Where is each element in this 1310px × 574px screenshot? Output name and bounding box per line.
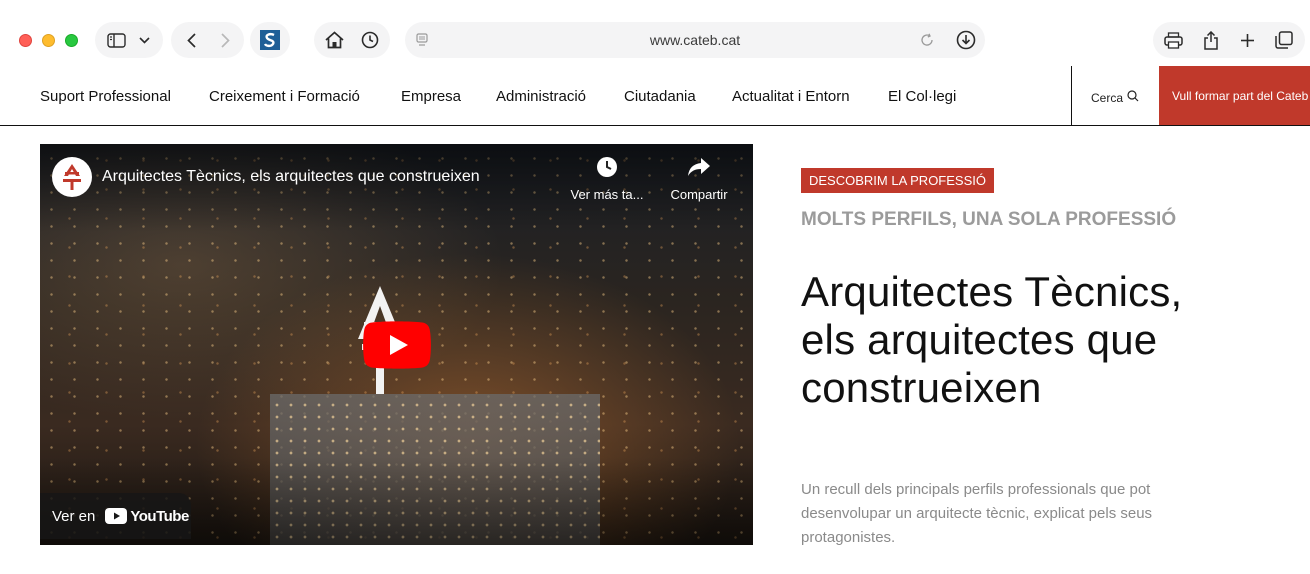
search-icon	[1127, 90, 1139, 105]
toolbar-actions-group	[1153, 22, 1305, 58]
sidebar-toggle-group	[95, 22, 163, 58]
reload-icon[interactable]	[917, 22, 937, 58]
nav-item-suport-professional[interactable]: Suport Professional	[40, 88, 171, 105]
url-text[interactable]: www.cateb.cat	[405, 32, 985, 48]
share-arrow-icon	[687, 156, 711, 181]
minimize-window-button[interactable]	[42, 34, 55, 47]
search-button[interactable]: Cerca	[1091, 90, 1139, 105]
nav-item-creixement-formacio[interactable]: Creixement i Formació	[209, 88, 360, 105]
play-button-icon[interactable]	[363, 321, 431, 369]
history-nav-group	[171, 22, 244, 58]
section-subtitle: MOLTS PERFILS, UNA SOLA PROFESSIÓ	[801, 209, 1177, 230]
clock-icon	[596, 156, 618, 181]
youtube-wordmark: YouTube	[130, 507, 189, 525]
video-title[interactable]: Arquitectes Tècnics, els arquitectes que…	[102, 168, 480, 186]
back-icon[interactable]	[181, 22, 201, 58]
nav-item-empresa[interactable]: Empresa	[401, 88, 461, 105]
nav-item-ciutadania[interactable]: Ciutadania	[624, 88, 696, 105]
download-icon[interactable]	[948, 22, 984, 58]
home-icon[interactable]	[323, 22, 345, 58]
sidebar-icon[interactable]	[105, 22, 127, 58]
close-window-button[interactable]	[19, 34, 32, 47]
search-label: Cerca	[1091, 90, 1124, 105]
zoom-window-button[interactable]	[65, 34, 78, 47]
share-icon[interactable]	[1199, 22, 1223, 58]
new-tab-icon[interactable]	[1236, 22, 1258, 58]
nav-item-administracio[interactable]: Administració	[496, 88, 586, 105]
section-badge: DESCOBRIM LA PROFESSIÓ	[801, 168, 994, 193]
nav-item-actualitat-entorn[interactable]: Actualitat i Entorn	[732, 88, 850, 105]
headline-description: Un recull dels principals perfils profes…	[801, 481, 1153, 546]
youtube-logo: YouTube	[105, 507, 189, 525]
forward-icon[interactable]	[215, 22, 235, 58]
print-icon[interactable]	[1161, 22, 1185, 58]
nav-divider	[1071, 66, 1072, 125]
page-headline: Arquitectes Tècnics, els arquitectes que…	[801, 268, 1183, 411]
site-favicon-tab[interactable]	[250, 22, 290, 58]
join-cateb-button[interactable]: Vull formar part del Cateb	[1159, 66, 1310, 125]
browser-toolbar: www.cateb.cat	[0, 0, 1310, 66]
watch-on-label: Ver en	[52, 507, 96, 525]
address-bar[interactable]: www.cateb.cat	[405, 22, 985, 58]
share-label: Compartir	[670, 187, 728, 202]
site-favicon	[260, 22, 280, 58]
watch-later-button[interactable]: Ver más ta...	[565, 156, 649, 202]
history-icon[interactable]	[359, 22, 381, 58]
youtube-play-icon	[105, 508, 128, 524]
nav-item-el-collegi[interactable]: El Col·legi	[888, 88, 956, 105]
watch-on-youtube-button[interactable]: Ver en YouTube	[40, 493, 191, 539]
watch-later-label: Ver más ta...	[570, 187, 644, 202]
youtube-video-player[interactable]: Arquitectes Tècnics, els arquitectes que…	[40, 144, 753, 545]
main-navigation: Suport Professional Creixement i Formaci…	[0, 66, 1310, 126]
home-history-group	[314, 22, 390, 58]
share-video-button[interactable]: Compartir	[664, 156, 734, 202]
chevron-down-icon[interactable]	[135, 22, 153, 58]
channel-avatar[interactable]	[52, 157, 92, 197]
tabs-overview-icon[interactable]	[1272, 22, 1296, 58]
